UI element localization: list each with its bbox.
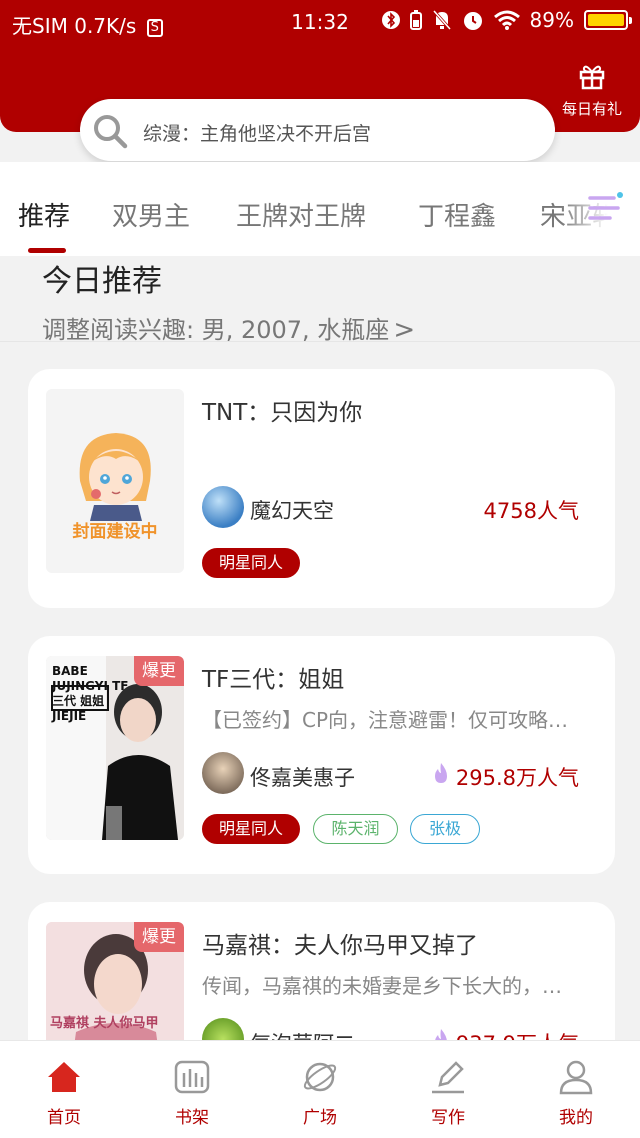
tab-ace-vs-ace[interactable]: 王牌对王牌 [236, 196, 366, 233]
battery-percent: 89% [529, 8, 574, 32]
planet-icon [303, 1062, 337, 1092]
gift-icon [579, 65, 605, 90]
nav-label: 书架 [175, 1108, 209, 1128]
wifi-icon [493, 10, 520, 30]
status-bar: 无SIM 0.7K/s S 11:32 89% [0, 0, 640, 44]
tag-label[interactable]: 明星同人 [202, 814, 300, 844]
book-card[interactable]: 封面建设中 TNT：只因为你 魔幻天空 4758人气 明星同人 [28, 369, 615, 608]
nav-square[interactable]: 广场 [256, 1041, 384, 1138]
nav-label: 我的 [559, 1108, 593, 1128]
nav-home[interactable]: 首页 [0, 1041, 128, 1138]
tab-double-male[interactable]: 双男主 [112, 196, 190, 233]
author-avatar [202, 486, 244, 528]
bottom-navigation: 首页 书架 广场 写作 我的 [0, 1040, 640, 1138]
pen-icon [432, 1061, 464, 1094]
placeholder-cover-illustration [79, 433, 151, 521]
home-icon [48, 1062, 80, 1092]
search-placeholder: 综漫：主角他坚决不开后宫 [143, 123, 372, 145]
hot-update-badge: 爆更 [134, 922, 184, 952]
nav-me[interactable]: 我的 [512, 1041, 640, 1138]
book-cover: 封面建设中 [46, 389, 184, 573]
book-description: 【已签约】CP向，注意避雷！仅可攻略… [202, 708, 569, 732]
phone-battery-icon [409, 10, 422, 30]
tag-label[interactable]: 明星同人 [202, 548, 300, 578]
reading-interest-text: 调整阅读兴趣: 男, 2007, 水瓶座 [42, 316, 390, 344]
tab-recommend[interactable]: 推荐 [18, 196, 70, 233]
nav-label: 写作 [431, 1108, 465, 1128]
book-description: 传闻，马嘉祺的未婚妻是乡下长大的，… [202, 974, 562, 998]
menu-icon[interactable] [588, 190, 624, 224]
search-icon [94, 115, 128, 149]
status-right: 89% [381, 8, 632, 32]
gift-label: 每日有礼 [561, 100, 622, 118]
book-title: TF三代：姐姐 [202, 667, 345, 693]
search-bar[interactable]: 综漫：主角他坚决不开后宫 [80, 99, 555, 161]
author-avatar [202, 752, 244, 794]
cover-text: 马嘉祺 夫人你马甲 [50, 1016, 159, 1031]
popularity-count: 4758人气 [483, 499, 579, 523]
bluetooth-icon [381, 11, 400, 29]
book-title: 马嘉祺：夫人你马甲又掉了 [202, 933, 478, 959]
cover-text: BABE JUJINGYI TF三代 姐姐 JIEJIE [52, 664, 129, 723]
user-icon [559, 1060, 593, 1095]
daily-gift-button[interactable]: 每日有礼 [556, 62, 628, 119]
section-divider [0, 341, 640, 342]
nav-label: 首页 [47, 1108, 81, 1128]
alarm-icon [463, 12, 482, 30]
section-title: 今日推荐 [42, 264, 162, 299]
author-name: 佟嘉美惠子 [250, 766, 355, 790]
battery-icon [584, 10, 632, 30]
tag-label[interactable]: 陈天润 [313, 814, 398, 844]
hot-update-badge: 爆更 [134, 656, 184, 686]
today-recommend-section: 今日推荐 调整阅读兴趣: 男, 2007, 水瓶座 > [0, 256, 640, 345]
nav-label: 广场 [303, 1108, 337, 1128]
book-title: TNT：只因为你 [202, 400, 363, 426]
flame-icon [435, 763, 447, 783]
active-tab-indicator [28, 248, 66, 253]
reading-interest-link[interactable]: 调整阅读兴趣: 男, 2007, 水瓶座 > [42, 310, 415, 345]
book-card[interactable]: BABE JUJINGYI TF三代 姐姐 JIEJIE 爆更 TF三代：姐姐 … [28, 636, 615, 874]
category-tabs: 推荐 双男主 王牌对王牌 丁程鑫 宋亚轩 [0, 162, 640, 256]
nav-write[interactable]: 写作 [384, 1041, 512, 1138]
mute-bell-icon [432, 10, 451, 30]
author-name: 魔幻天空 [250, 499, 334, 523]
cover-text: 封面建设中 [72, 522, 158, 542]
nav-bookshelf[interactable]: 书架 [128, 1041, 256, 1138]
tag-label[interactable]: 张极 [410, 814, 480, 844]
popularity-count: 295.8万人气 [455, 766, 579, 790]
book-cover: BABE JUJINGYI TF三代 姐姐 JIEJIE 爆更 [46, 656, 184, 840]
bookshelf-icon [174, 1060, 210, 1094]
tab-ding-chengxin[interactable]: 丁程鑫 [418, 196, 496, 233]
